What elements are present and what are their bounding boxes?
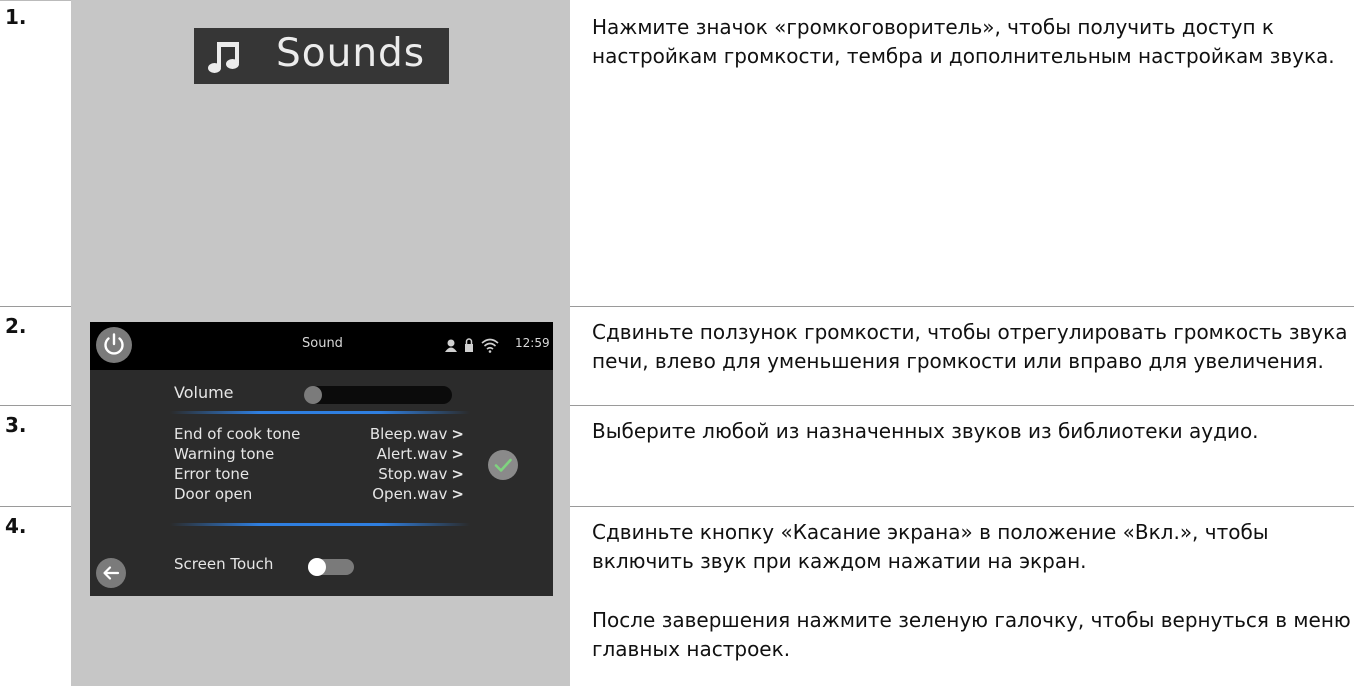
- tone-name: Warning tone: [174, 445, 275, 463]
- status-icons: [445, 337, 507, 359]
- status-bar: Sound 12:59: [90, 322, 553, 370]
- step1-text: Нажмите значок «громкоговоритель», чтобы…: [592, 15, 1335, 68]
- tone-row-warning[interactable]: Warning tone Alert.wav >: [174, 445, 464, 464]
- tone-value: Stop.wav: [378, 465, 448, 483]
- separator-1: [0, 306, 71, 307]
- divider-bottom: [170, 523, 470, 526]
- step-number-4: 4.: [5, 514, 27, 538]
- lock-icon: [465, 338, 473, 352]
- tone-name: End of cook tone: [174, 425, 301, 443]
- screen-touch-toggle[interactable]: [308, 558, 354, 576]
- step-number-1: 1.: [5, 5, 27, 29]
- separator-2-right: [570, 405, 1354, 406]
- separator-2: [0, 405, 71, 406]
- check-icon: [494, 458, 512, 472]
- tone-row-error[interactable]: Error tone Stop.wav >: [174, 465, 464, 484]
- volume-slider[interactable]: [304, 386, 452, 404]
- person-icon: [445, 339, 457, 352]
- step-number-2: 2.: [5, 314, 27, 338]
- screen-touch-label: Screen Touch: [174, 555, 274, 573]
- wifi-icon: [481, 338, 499, 353]
- sound-settings-screen: Sound 12:59 Volume End of cook tone Blee…: [90, 322, 553, 596]
- chevron-right-icon: >: [451, 465, 464, 483]
- back-button[interactable]: [96, 558, 126, 588]
- step-number-3: 3.: [5, 413, 27, 437]
- chevron-right-icon: >: [451, 485, 464, 503]
- step2-description: Сдвиньте ползунок громкости, чтобы отрег…: [592, 318, 1352, 376]
- clock: 12:59: [515, 336, 550, 350]
- confirm-check-button[interactable]: [488, 450, 518, 480]
- tone-name: Door open: [174, 485, 253, 503]
- tone-value: Alert.wav: [376, 445, 448, 463]
- volume-label: Volume: [174, 383, 234, 402]
- tone-row-end-of-cook[interactable]: End of cook tone Bleep.wav >: [174, 425, 464, 444]
- screen-title: Sound: [302, 336, 343, 351]
- power-button[interactable]: [96, 327, 132, 363]
- separator-3-right: [570, 506, 1354, 507]
- divider-top: [170, 411, 470, 414]
- volume-slider-knob[interactable]: [304, 386, 322, 404]
- separator-3: [0, 506, 71, 507]
- step4-description: Сдвиньте кнопку «Касание экрана» в полож…: [592, 518, 1352, 664]
- chevron-right-icon: >: [451, 425, 464, 443]
- tone-name: Error tone: [174, 465, 250, 483]
- step1-description: Нажмите значок «громкоговоритель», чтобы…: [592, 13, 1352, 71]
- sounds-button[interactable]: Sounds: [194, 28, 449, 84]
- tone-value: Open.wav: [372, 485, 448, 503]
- sounds-label: Sounds: [276, 31, 426, 76]
- back-arrow-icon: [103, 566, 120, 580]
- music-note-icon: [206, 37, 246, 81]
- chevron-right-icon: >: [451, 445, 464, 463]
- step3-description: Выберите любой из назначенных звуков из …: [592, 417, 1352, 446]
- power-icon: [104, 333, 124, 355]
- step3-text: Выберите любой из назначенных звуков из …: [592, 419, 1259, 443]
- top-rule: [0, 0, 71, 1]
- step4-text-2: После завершения нажмите зеленую галочку…: [592, 608, 1351, 661]
- tone-value: Bleep.wav: [369, 425, 448, 443]
- step4-text: Сдвиньте кнопку «Касание экрана» в полож…: [592, 520, 1269, 573]
- step2-text: Сдвиньте ползунок громкости, чтобы отрег…: [592, 320, 1348, 373]
- tone-row-door-open[interactable]: Door open Open.wav >: [174, 485, 464, 504]
- toggle-knob: [308, 558, 326, 576]
- separator-1-right: [570, 306, 1354, 307]
